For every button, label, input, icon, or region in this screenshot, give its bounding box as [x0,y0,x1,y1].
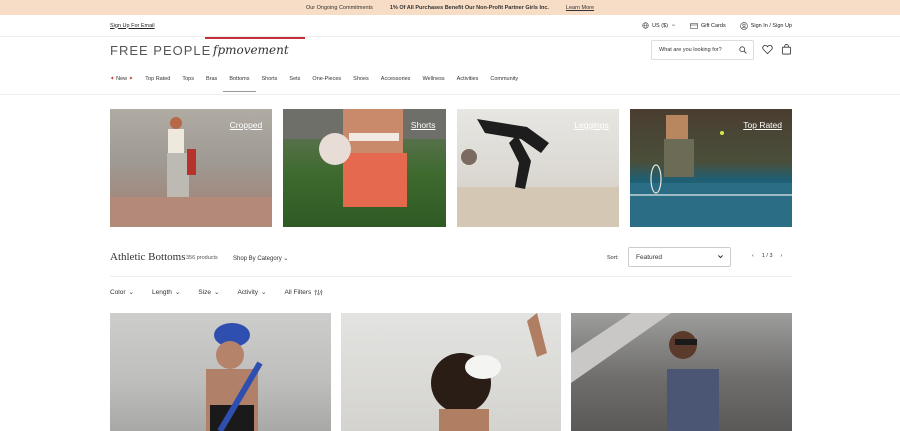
nav-item-shoes[interactable]: Shoes [347,74,375,92]
filter-size[interactable]: Size ⌄ [198,288,220,297]
chevron-down-icon: ⌄ [128,289,134,296]
new-star-icon: ✦ [127,76,134,82]
category-label: Top Rated [743,120,782,130]
sign-in-link[interactable]: Sign In / Sign Up [739,21,792,30]
filter-activity[interactable]: Activity ⌄ [237,288,267,297]
shop-by-label: Shop By Category [233,256,282,262]
category-tile-cropped[interactable]: Cropped [110,109,273,227]
search-icon[interactable] [739,46,747,54]
filter-label: Color [110,288,126,296]
sort-value: Featured [636,254,663,261]
nav-item-community[interactable]: Community [484,74,524,92]
category-label: Leggings [574,120,609,130]
nav-item-tops[interactable]: Tops [176,74,200,92]
chevron-right-icon[interactable]: › [781,253,783,259]
chevron-down-icon [718,255,723,259]
promo-commitments: Our Ongoing Commitments [305,4,373,11]
product-image [571,313,720,431]
listing-header: Athletic Bottoms 356 products Shop By Ca… [110,247,792,267]
category-label: Cropped [229,120,263,130]
nav-item-shorts[interactable]: Shorts [256,74,284,92]
filter-label: Length [152,288,172,296]
chevron-down-icon: ⌄ [283,256,289,262]
gift-cards-link[interactable]: Gift Cards [690,23,726,29]
search-input[interactable]: What are you looking for? [651,40,754,60]
filter-label: Size [198,288,211,296]
nav-divider [0,94,900,95]
product-image [430,313,547,431]
chevron-down-icon: ⌄ [261,289,267,296]
product-image [206,323,263,431]
pagination: ‹ 1 / 3 › [752,253,782,259]
product-card[interactable] [110,313,331,431]
promo-bar: Our Ongoing Commitments 1% Of All Purcha… [0,0,900,15]
free-people-logo[interactable]: FREE PEOPLE [110,43,211,58]
shopping-bag-icon[interactable] [781,44,792,55]
region-selector[interactable]: US ($) [642,22,676,29]
main-nav: ✦ New ✦ Top Rated Tops Bras Bottoms Shor… [110,74,524,92]
product-card[interactable] [571,313,793,431]
user-icon [739,21,748,30]
utility-bar: Sign Up For Email US ($) Gift Cards Sign… [0,15,900,37]
filter-bar: Color ⌄ Length ⌄ Size ⌄ Activity ⌄ All Filte… [110,288,341,296]
nav-item-accessories[interactable]: Accessories [375,74,417,92]
category-tile-top-rated[interactable]: Top Rated [629,109,792,227]
listing-divider [110,276,792,277]
nav-item-one-pieces[interactable]: One-Pieces [306,74,347,92]
product-count: 356 products [186,255,218,261]
gift-cards-label: Gift Cards [700,22,726,29]
chevron-left-icon[interactable]: ‹ [752,253,754,259]
category-tiles: Cropped Shorts Leggings Top Rated [110,109,792,227]
brand-bar: FREE PEOPLE fpmovement What are you look… [0,37,900,65]
sliders-icon [314,289,323,295]
nav-item-sets[interactable]: Sets [283,74,306,92]
sort-label: Sort: [607,255,619,261]
gift-card-icon [690,22,698,29]
category-tile-leggings[interactable]: Leggings [456,109,619,227]
wishlist-heart-icon[interactable] [762,44,773,55]
nav-item-bottoms[interactable]: Bottoms [223,74,256,92]
email-signup-link[interactable]: Sign Up For Email [110,23,155,29]
promo-learn-more-link[interactable]: Learn More [566,5,594,11]
nav-item-top-rated[interactable]: Top Rated [139,74,176,92]
nav-item-new[interactable]: ✦ New ✦ [110,74,139,92]
search-placeholder: What are you looking for? [659,47,722,53]
promo-message: 1% Of All Purchases Benefit Our Non-Prof… [389,4,549,11]
filter-label: All Filters [284,288,312,296]
category-label: Shorts [410,120,436,130]
shop-by-category-dropdown[interactable]: Shop By Category ⌄ [233,255,288,262]
product-card[interactable] [340,313,562,431]
page-title: Athletic Bottoms [110,251,186,263]
chevron-down-icon: ⌄ [214,289,220,296]
fp-movement-logo[interactable]: fpmovement [205,37,305,65]
sort-select[interactable]: Featured [628,247,731,267]
utility-links: US ($) Gift Cards Sign In / Sign Up [642,21,792,30]
nav-item-activities[interactable]: Activities [451,74,485,92]
nav-item-wellness[interactable]: Wellness [416,74,450,92]
chevron-down-icon [671,24,676,27]
all-filters-button[interactable]: All Filters [285,288,324,296]
page-indicator: 1 / 3 [761,253,773,259]
product-grid [110,313,793,431]
region-label: US ($) [652,22,668,29]
globe-icon [642,22,649,29]
filter-color[interactable]: Color ⌄ [110,288,134,297]
category-tile-shorts[interactable]: Shorts [283,109,446,227]
filter-length[interactable]: Length ⌄ [152,288,181,297]
nav-label-new: New [116,76,128,82]
chevron-down-icon: ⌄ [174,289,181,296]
sign-in-label: Sign In / Sign Up [750,22,792,29]
filter-label: Activity [237,288,259,296]
nav-item-bras[interactable]: Bras [200,74,223,92]
